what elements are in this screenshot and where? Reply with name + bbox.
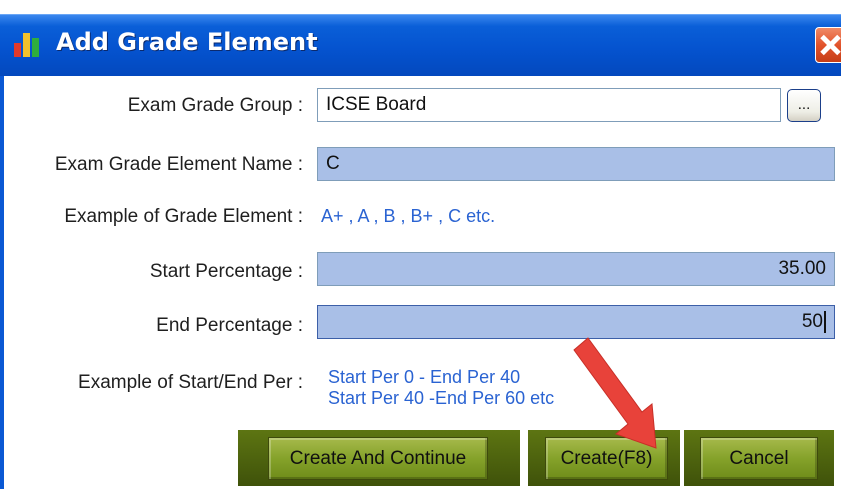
grade-example-text: A+ , A , B , B+ , C etc. bbox=[321, 206, 496, 226]
browse-button[interactable]: ... bbox=[787, 89, 821, 122]
start-percentage-label: Start Percentage : bbox=[149, 261, 303, 282]
title-bar[interactable]: Add Grade Element bbox=[0, 14, 841, 77]
start-percentage-field[interactable]: 35.00 bbox=[317, 252, 835, 286]
app-icon bbox=[14, 31, 42, 57]
annotation-arrow-icon bbox=[573, 337, 657, 449]
exam-grade-group-field[interactable]: ICSE Board bbox=[317, 88, 781, 122]
range-example-line1: Start Per 0 - End Per 40 bbox=[328, 367, 521, 387]
create-and-continue-button[interactable]: Create And Continue bbox=[268, 437, 488, 480]
range-example-label: Example of Start/End Per : bbox=[78, 372, 303, 393]
exam-grade-group-label: Exam Grade Group : bbox=[127, 95, 303, 116]
cancel-button[interactable]: Cancel bbox=[700, 437, 818, 480]
element-name-label: Exam Grade Element Name : bbox=[54, 154, 303, 175]
text-caret bbox=[824, 310, 826, 333]
range-example-line2: Start Per 40 -End Per 60 etc bbox=[328, 388, 555, 408]
end-percentage-value: 50 bbox=[801, 311, 823, 332]
window-title: Add Grade Element bbox=[56, 28, 318, 56]
close-icon[interactable] bbox=[815, 27, 841, 63]
grade-example-label: Example of Grade Element : bbox=[64, 206, 303, 227]
element-name-field[interactable]: C bbox=[317, 147, 835, 181]
end-percentage-label: End Percentage : bbox=[156, 315, 303, 336]
